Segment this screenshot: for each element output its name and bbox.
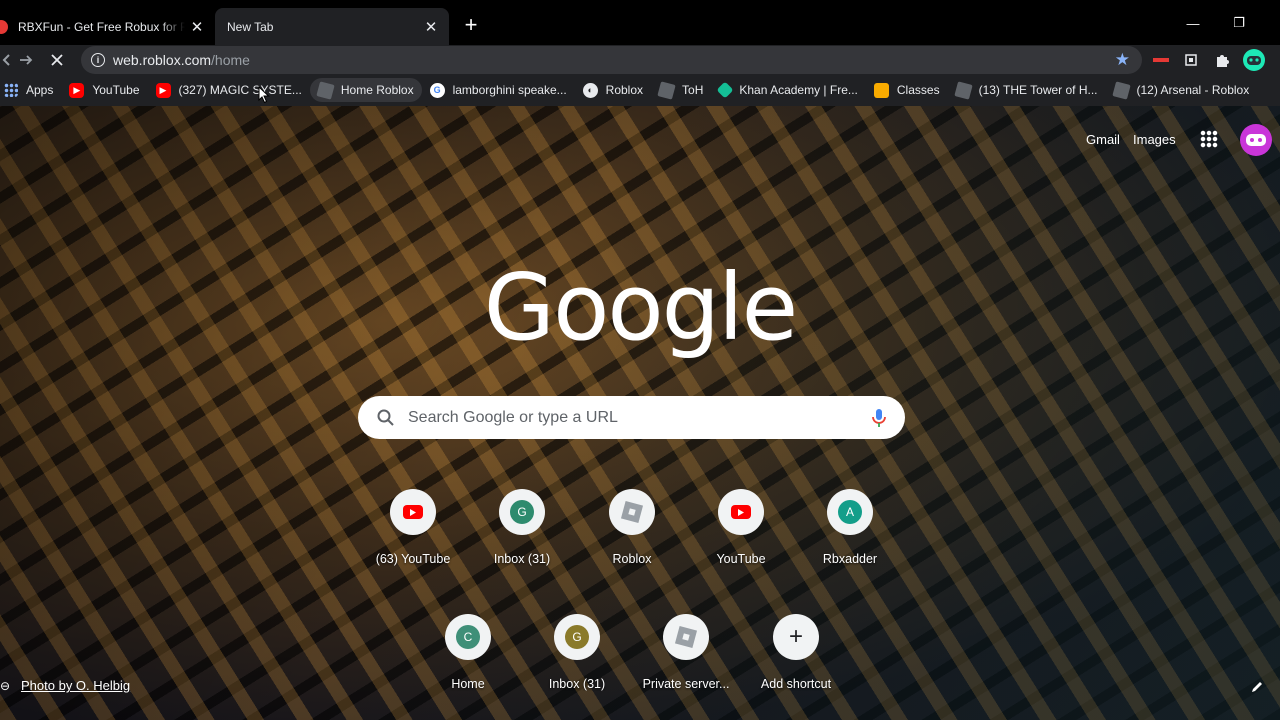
photo-credit-link[interactable]: Photo by O. Helbig [21, 678, 130, 693]
extension-red-icon[interactable] [1150, 49, 1172, 71]
extensions-puzzle-icon[interactable] [1211, 49, 1233, 71]
shortcut-tile[interactable]: YouTube [685, 489, 797, 566]
shortcut-tile[interactable]: A Rbxadder [794, 489, 906, 566]
tab-rbxfun[interactable]: RBXFun - Get Free Robux for ROBLOX ✕ [0, 8, 215, 45]
forward-icon[interactable] [13, 47, 39, 73]
bookmark-youtube[interactable]: ▶ YouTube [61, 78, 147, 102]
bookmark-arsenal[interactable]: (12) Arsenal - Roblox [1106, 78, 1258, 102]
restore-button[interactable]: ❐ [1216, 9, 1262, 37]
bookmark-khan-academy[interactable]: Khan Academy | Fre... [711, 78, 866, 102]
search-icon [377, 409, 394, 426]
tab-new-tab[interactable]: New Tab ✕ [215, 8, 449, 45]
bookmark-magic-system[interactable]: ▶ (327) MAGIC SYSTE... [148, 78, 310, 102]
tab-strip: RBXFun - Get Free Robux for ROBLOX ✕ New… [0, 0, 1280, 45]
shortcut-icon: G [554, 614, 600, 660]
bookmark-apps[interactable]: Apps [0, 78, 61, 102]
shortcut-icon: C [445, 614, 491, 660]
roblox-icon [316, 80, 335, 100]
shortcut-label: (63) YouTube [375, 552, 451, 566]
shortcut-label: Home [451, 677, 485, 691]
tab-title: RBXFun - Get Free Robux for ROBLOX [18, 19, 185, 34]
shortcut-tile[interactable]: G Inbox (31) [521, 614, 633, 691]
shortcut-label: Inbox (31) [548, 677, 606, 691]
shortcut-tile[interactable]: C Home [412, 614, 524, 691]
close-tab-icon[interactable]: ✕ [189, 19, 205, 36]
shortcut-label: Add shortcut [760, 677, 832, 691]
new-tab-button[interactable]: + [458, 12, 484, 38]
shortcut-icon: + [773, 614, 819, 660]
khan-icon [716, 81, 734, 99]
letter-icon: G [510, 500, 534, 524]
tab-favicon-icon [0, 19, 8, 34]
minimize-button[interactable]: — [1170, 9, 1216, 37]
google-apps-icon[interactable] [1200, 130, 1218, 148]
site-info-icon[interactable]: i [91, 53, 105, 67]
extension-box-icon[interactable] [1180, 49, 1202, 71]
roblox-icon [674, 625, 698, 649]
bookmark-roblox[interactable]: ◐ Roblox [575, 78, 651, 102]
youtube-icon [403, 505, 423, 519]
letter-icon: G [565, 625, 589, 649]
shortcut-icon [663, 614, 709, 660]
search-input[interactable] [408, 408, 867, 427]
customize-pencil-icon[interactable] [1250, 680, 1266, 696]
new-tab-page: Gmail Images Google (63) YouTube G Inbox… [0, 106, 1280, 720]
bookmark-tower-of-hell[interactable]: (13) THE Tower of H... [948, 78, 1106, 102]
google-logo: Google [483, 254, 798, 361]
roblox-icon [657, 80, 676, 100]
shortcut-icon [390, 489, 436, 535]
roblox-icon [1111, 80, 1131, 100]
close-tab-icon[interactable]: ✕ [423, 19, 439, 36]
youtube-icon: ▶ [69, 82, 85, 98]
letter-icon: C [456, 625, 480, 649]
youtube-icon: ▶ [155, 82, 171, 98]
shortcut-icon: A [827, 489, 873, 535]
roblox-icon [620, 500, 644, 524]
add-shortcut-button[interactable]: + Add shortcut [740, 614, 852, 691]
apps-icon [4, 83, 18, 97]
images-link[interactable]: Images [1133, 132, 1176, 147]
shortcut-icon: G [499, 489, 545, 535]
shortcut-tile[interactable]: G Inbox (31) [466, 489, 578, 566]
shortcut-icon [609, 489, 655, 535]
shortcut-icon [718, 489, 764, 535]
plus-icon: + [788, 623, 803, 650]
url-text: web.roblox.com/home [113, 52, 250, 68]
microphone-icon[interactable] [867, 406, 891, 430]
account-avatar[interactable] [1240, 124, 1272, 156]
shortcut-tile[interactable]: Private server... [630, 614, 742, 691]
bookmark-toh[interactable]: ToH [651, 78, 711, 102]
shortcut-label: Rbxadder [822, 552, 878, 566]
shortcut-label: YouTube [716, 552, 766, 566]
bookmark-classes[interactable]: Classes [866, 78, 948, 102]
link-icon: ⊖ [0, 678, 11, 693]
roblox-icon [953, 80, 973, 100]
shortcut-label: Inbox (31) [493, 552, 551, 566]
bookmark-star-icon[interactable]: ★ [1115, 50, 1130, 70]
google-icon: G [429, 82, 445, 98]
photo-credit: ⊖ Photo by O. Helbig [0, 678, 130, 693]
shortcut-tile[interactable]: Roblox [576, 489, 688, 566]
globe-icon: ◐ [582, 82, 598, 98]
classroom-icon [873, 82, 889, 98]
gmail-link[interactable]: Gmail [1086, 132, 1120, 147]
letter-icon: A [838, 500, 862, 524]
search-box[interactable] [358, 396, 905, 439]
tab-title: New Tab [227, 19, 274, 34]
bookmark-lamborghini[interactable]: Glamborghini speake... [422, 78, 575, 102]
address-bar[interactable]: i web.roblox.com/home ★ [81, 46, 1142, 74]
youtube-icon [731, 505, 751, 519]
toolbar: i web.roblox.com/home ★ [0, 45, 1280, 74]
close-window-button[interactable] [1262, 9, 1280, 37]
profile-avatar-icon[interactable] [1242, 49, 1266, 71]
stop-loading-icon[interactable] [44, 47, 70, 73]
bookmarks-bar: Apps ▶ YouTube ▶ (327) MAGIC SYSTE... Home… [0, 74, 1280, 106]
mouse-cursor-icon [258, 86, 270, 104]
bookmark-home-roblox[interactable]: Home Roblox [309, 78, 422, 102]
shortcut-label: Private server... [642, 677, 730, 691]
shortcut-tile[interactable]: (63) YouTube [357, 489, 469, 566]
shortcut-label: Roblox [612, 552, 652, 566]
